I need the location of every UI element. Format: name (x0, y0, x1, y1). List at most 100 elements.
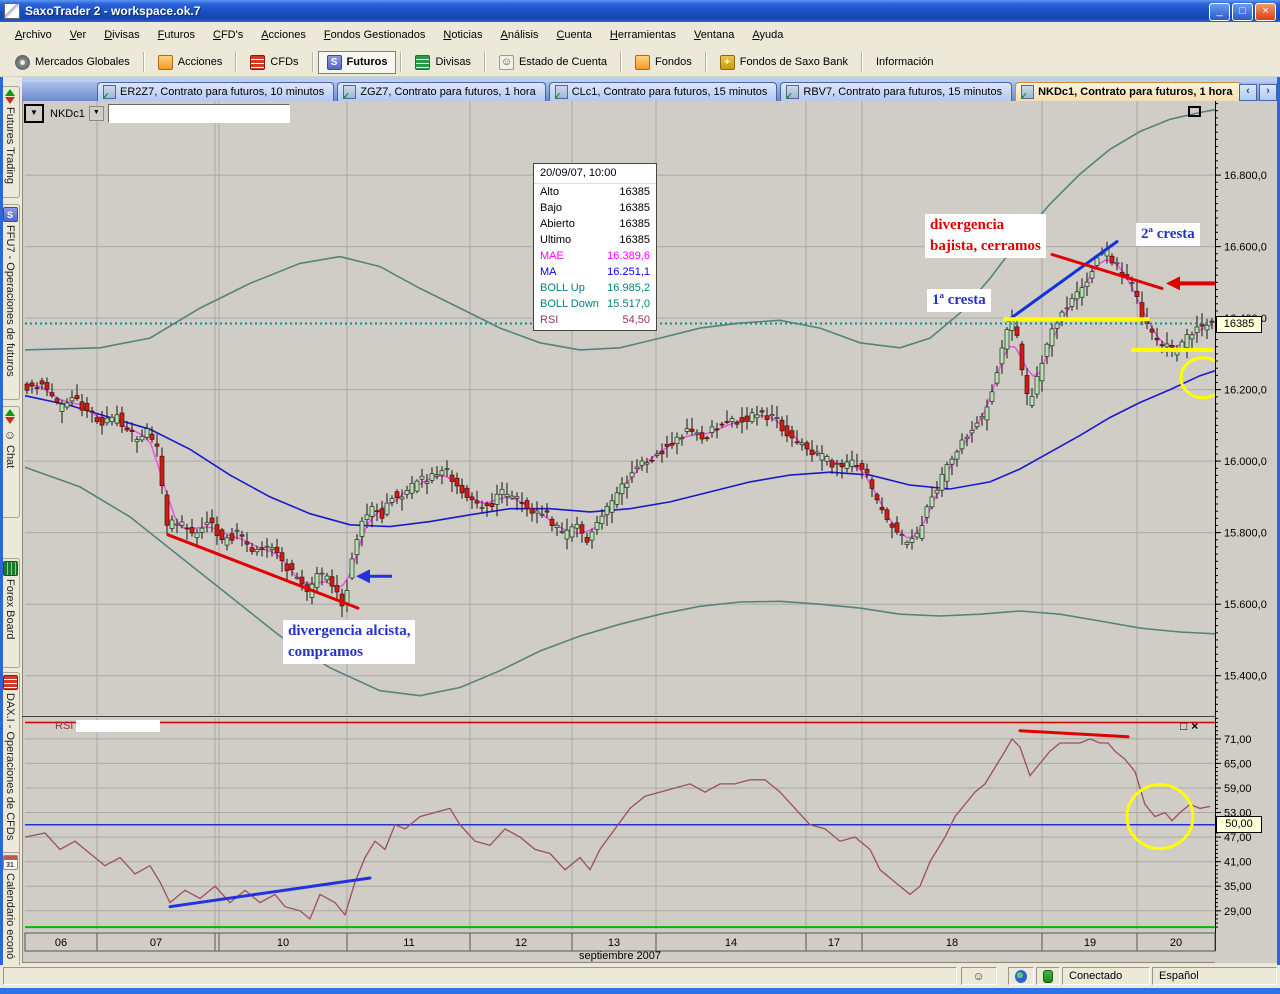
chevron-down-icon[interactable]: ▼ (89, 106, 104, 121)
candle-body (980, 416, 984, 418)
sidebar-item-forex-board[interactable]: Forex Board (1, 558, 20, 668)
candle-body (280, 553, 284, 561)
candle-body (625, 483, 629, 488)
candle-body (740, 418, 744, 423)
candle-body (120, 413, 124, 427)
toolbar-button-mercados-globales[interactable]: Mercados Globales (6, 51, 139, 74)
menu-item-noticias[interactable]: Noticias (434, 22, 491, 48)
candle-body (155, 444, 159, 446)
candle-body (870, 480, 874, 489)
toolbar-button-fondos[interactable]: Fondos (626, 51, 701, 74)
candle-body (1090, 272, 1094, 278)
tab-zgz7[interactable]: ✓ZGZ7, Contrato para futuros, 1 hora (337, 82, 545, 101)
scroll-right-icon[interactable]: › (1259, 84, 1277, 101)
candle-body (875, 495, 879, 500)
candle-body (1185, 335, 1189, 348)
candle-body (135, 440, 139, 442)
forex-board-icon (3, 561, 18, 576)
tab-er2z7[interactable]: ✓ER2Z7, Contrato para futuros, 10 minuto… (97, 82, 334, 101)
candle-body (360, 521, 364, 536)
menu-item-divisas[interactable]: Divisas (95, 22, 148, 48)
candle-body (435, 475, 439, 476)
candle-body (620, 484, 624, 494)
candle-body (180, 522, 184, 525)
candle-body (590, 532, 594, 540)
menu-item-ver[interactable]: Ver (61, 22, 96, 48)
tab-rbv7[interactable]: ✓RBV7, Contrato para futuros, 15 minutos (780, 82, 1012, 101)
scroll-left-icon[interactable]: ‹ (1239, 84, 1257, 101)
menu-item-futuros[interactable]: Futuros (149, 22, 204, 48)
price-chart-canvas[interactable]: 16.800,016.600,016.400,016.200,016.000,0… (0, 0, 1280, 994)
candle-body (535, 511, 539, 513)
menu-item-ventana[interactable]: Ventana (685, 22, 743, 48)
menu-item-an-lisis[interactable]: Análisis (492, 22, 548, 48)
saxotrader-window: { "window": {"title": "SaxoTrader 2 - wo… (0, 0, 1280, 994)
x-axis-day-label: 07 (150, 937, 162, 949)
candle-body (110, 417, 114, 422)
toolbar-divider (705, 52, 707, 72)
toolbar-button-estado-de-cuenta[interactable]: ☺Estado de Cuenta (490, 51, 616, 74)
tooltip-row-boll-down: BOLL Down15.517,0 (534, 296, 656, 312)
candle-body (945, 465, 949, 482)
candle-body (960, 440, 964, 449)
menu-item-cuenta[interactable]: Cuenta (547, 22, 600, 48)
sidebar-item-futures-trading[interactable]: Futures Trading (1, 86, 20, 198)
menu-item-acciones[interactable]: Acciones (252, 22, 315, 48)
x-axis-day-label: 17 (828, 937, 840, 949)
candle-body (795, 442, 799, 443)
menu-item-herramientas[interactable]: Herramientas (601, 22, 685, 48)
sidebar-item-dax-i-operaciones-de-cfds[interactable]: DAX.I - Operaciones de CFDs (1, 672, 20, 868)
candle-body (680, 438, 684, 439)
candle-body (145, 429, 149, 438)
cfds-red-icon (250, 55, 265, 70)
toolbar-button-acciones[interactable]: Acciones (149, 51, 232, 74)
candle-body (1020, 344, 1024, 370)
symbol-combo[interactable]: NKDc1 ▼ (50, 105, 104, 122)
chart-text-input[interactable] (108, 104, 290, 123)
sidebar-item-chat[interactable]: ☺Chat (1, 406, 20, 518)
chat-person-icon: ☺ (3, 427, 18, 442)
annotation-bullish-divergence: divergencia alcista, compramos (283, 620, 415, 664)
restore-button[interactable]: □ (1232, 3, 1253, 21)
tooltip-row-mae: MAE16.389,6 (534, 248, 656, 264)
tab-nkdc1[interactable]: ✓NKDc1, Contrato para futuros, 1 hora (1015, 82, 1242, 101)
tab-clc1[interactable]: ✓CLc1, Contrato para futuros, 15 minutos (549, 82, 778, 101)
toolbar-button-informaci-n[interactable]: Información (867, 52, 942, 72)
menu-item-ayuda[interactable]: Ayuda (743, 22, 792, 48)
rsi-close-icon[interactable]: × (1191, 719, 1198, 733)
candle-body (125, 428, 129, 430)
candle-body (630, 473, 634, 477)
sidebar-item-calendario-econ[interactable]: 31Calendario econó (1, 852, 20, 978)
rsi-indicator-header: RSI (55, 720, 160, 732)
candle-body (420, 476, 424, 479)
candle-body (685, 429, 689, 432)
candle-body (325, 576, 329, 580)
candle-body (640, 461, 644, 465)
candle-body (690, 429, 694, 431)
candle-body (1210, 321, 1214, 322)
title-bar[interactable]: SaxoTrader 2 - workspace.ok.7 _ □ × (0, 0, 1280, 22)
toolbar-button-cfds[interactable]: CFDs (241, 51, 307, 74)
menu-item-cfd-s[interactable]: CFD's (204, 22, 252, 48)
close-button[interactable]: × (1255, 3, 1276, 21)
candle-body (815, 452, 819, 454)
chart-dropdown-button[interactable]: ▼ (24, 104, 44, 123)
candle-body (190, 528, 194, 534)
candle-body (540, 514, 544, 515)
candle-body (925, 507, 929, 518)
candle-body (865, 469, 869, 473)
toolbar-button-futuros[interactable]: SFuturos (318, 51, 397, 74)
toolbar-button-fondos-de-saxo-bank[interactable]: +Fondos de Saxo Bank (711, 51, 857, 74)
candle-body (480, 507, 484, 508)
folder-orange-icon (158, 55, 173, 70)
rsi-panel-buttons: □ × (1180, 719, 1198, 733)
rsi-restore-icon[interactable]: □ (1180, 719, 1187, 733)
candle-body (655, 454, 659, 455)
toolbar-button-divisas[interactable]: Divisas (406, 51, 479, 74)
annotation-crest-1: 1ª cresta (927, 289, 991, 312)
minimize-button[interactable]: _ (1209, 3, 1230, 21)
menu-item-fondos-gestionados[interactable]: Fondos Gestionados (315, 22, 435, 48)
menu-item-archivo[interactable]: Archivo (6, 22, 61, 48)
sidebar-item-ffu7-operaciones-de-futuros[interactable]: SFFU7 - Operaciones de futuros (1, 204, 20, 400)
chart-restore-icon[interactable] (1188, 106, 1201, 117)
